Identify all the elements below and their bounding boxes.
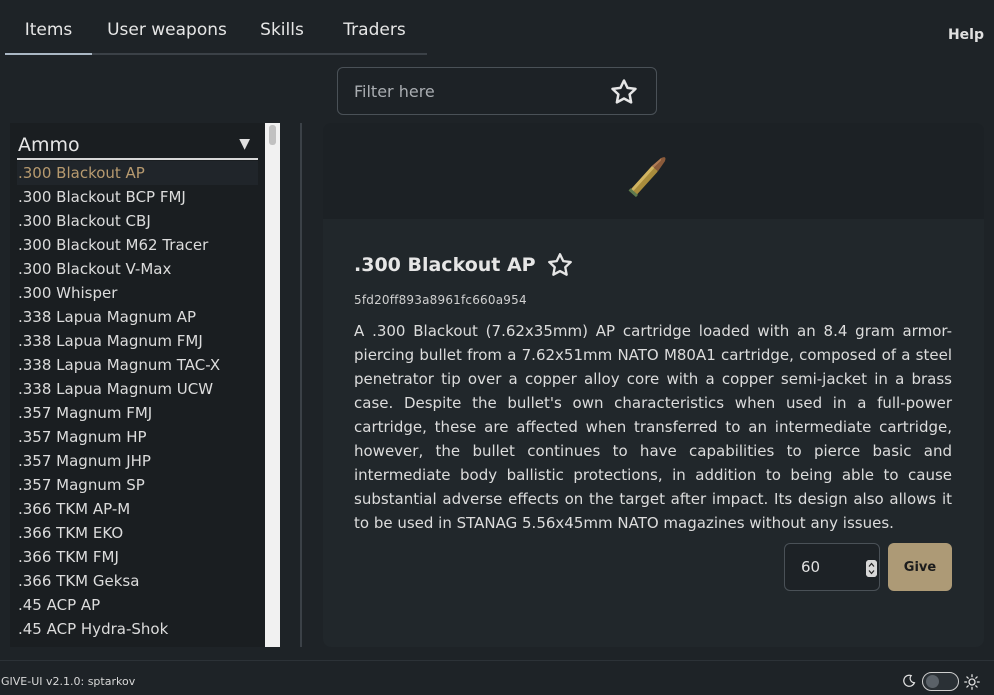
list-scrollbar[interactable] (265, 123, 280, 647)
toggle-knob (926, 675, 939, 688)
filter-box (337, 67, 657, 115)
item-title: .300 Blackout AP (354, 254, 536, 276)
sun-icon (964, 674, 980, 690)
theme-toggle[interactable] (922, 672, 959, 691)
give-button[interactable]: Give (888, 543, 952, 591)
tab-items[interactable]: Items (5, 12, 92, 55)
footer-divider (0, 660, 994, 661)
filter-input[interactable] (338, 68, 598, 114)
list-item[interactable]: .300 Whisper (17, 281, 258, 305)
item-description: A .300 Blackout (7.62x35mm) AP cartridge… (354, 322, 952, 532)
panel-divider (300, 123, 302, 647)
tab-traders[interactable]: Traders (322, 12, 427, 53)
item-list-panel: Ammo ▼ .300 Blackout AP .300 Blackout BC… (10, 123, 265, 647)
list-item[interactable]: .366 TKM FMJ (17, 545, 258, 569)
category-select-value: Ammo (18, 134, 80, 156)
list-item[interactable]: .357 Magnum JHP (17, 449, 258, 473)
quantity-value: 60 (801, 558, 821, 576)
list-item[interactable]: .45 ACP Hydra-Shok (17, 617, 258, 641)
star-icon[interactable] (546, 251, 574, 279)
category-select[interactable]: Ammo ▼ (17, 130, 258, 160)
quantity-stepper[interactable]: 60 (784, 543, 880, 591)
list-item[interactable]: .357 Magnum SP (17, 473, 258, 497)
list-item[interactable]: .338 Lapua Magnum FMJ (17, 329, 258, 353)
list-item[interactable]: .338 Lapua Magnum UCW (17, 377, 258, 401)
list-item[interactable]: .300 Blackout CBJ (17, 209, 258, 233)
item-detail-panel: .300 Blackout AP 5fd20ff893a8961fc660a95… (323, 123, 984, 647)
item-id: 5fd20ff893a8961fc660a954 (354, 293, 527, 307)
list-item[interactable]: .300 Blackout BCP FMJ (17, 185, 258, 209)
list-item[interactable]: .357 Magnum HP (17, 425, 258, 449)
tab-user-weapons[interactable]: User weapons (92, 12, 242, 53)
scrollbar-thumb[interactable] (269, 125, 276, 145)
tab-bar: Items User weapons Skills Traders (5, 12, 427, 55)
list-item[interactable]: .366 TKM AP-M (17, 497, 258, 521)
tab-skills[interactable]: Skills (242, 12, 322, 53)
item-list: .300 Blackout AP .300 Blackout BCP FMJ .… (17, 161, 258, 641)
list-item[interactable]: .300 Blackout M62 Tracer (17, 233, 258, 257)
list-item[interactable]: .357 Magnum FMJ (17, 401, 258, 425)
help-button[interactable]: Help (948, 27, 984, 43)
chevron-down-icon: ▼ (239, 136, 250, 152)
list-item[interactable]: .300 Blackout AP (17, 161, 258, 185)
list-item[interactable]: .45 ACP AP (17, 593, 258, 617)
list-item[interactable]: .366 TKM EKO (17, 521, 258, 545)
star-icon[interactable] (609, 77, 639, 107)
moon-icon (903, 674, 916, 687)
item-title-row: .300 Blackout AP (354, 251, 574, 279)
spinner-arrows-icon[interactable] (866, 560, 877, 577)
list-item[interactable]: .300 Blackout V-Max (17, 257, 258, 281)
list-item[interactable]: .338 Lapua Magnum AP (17, 305, 258, 329)
list-item[interactable]: .366 TKM Geksa (17, 569, 258, 593)
list-item[interactable]: .338 Lapua Magnum TAC-X (17, 353, 258, 377)
version-label: GIVE-UI v2.1.0: sptarkov (1, 675, 136, 688)
item-image-area (323, 123, 984, 219)
ammo-cartridge-icon (628, 157, 666, 198)
